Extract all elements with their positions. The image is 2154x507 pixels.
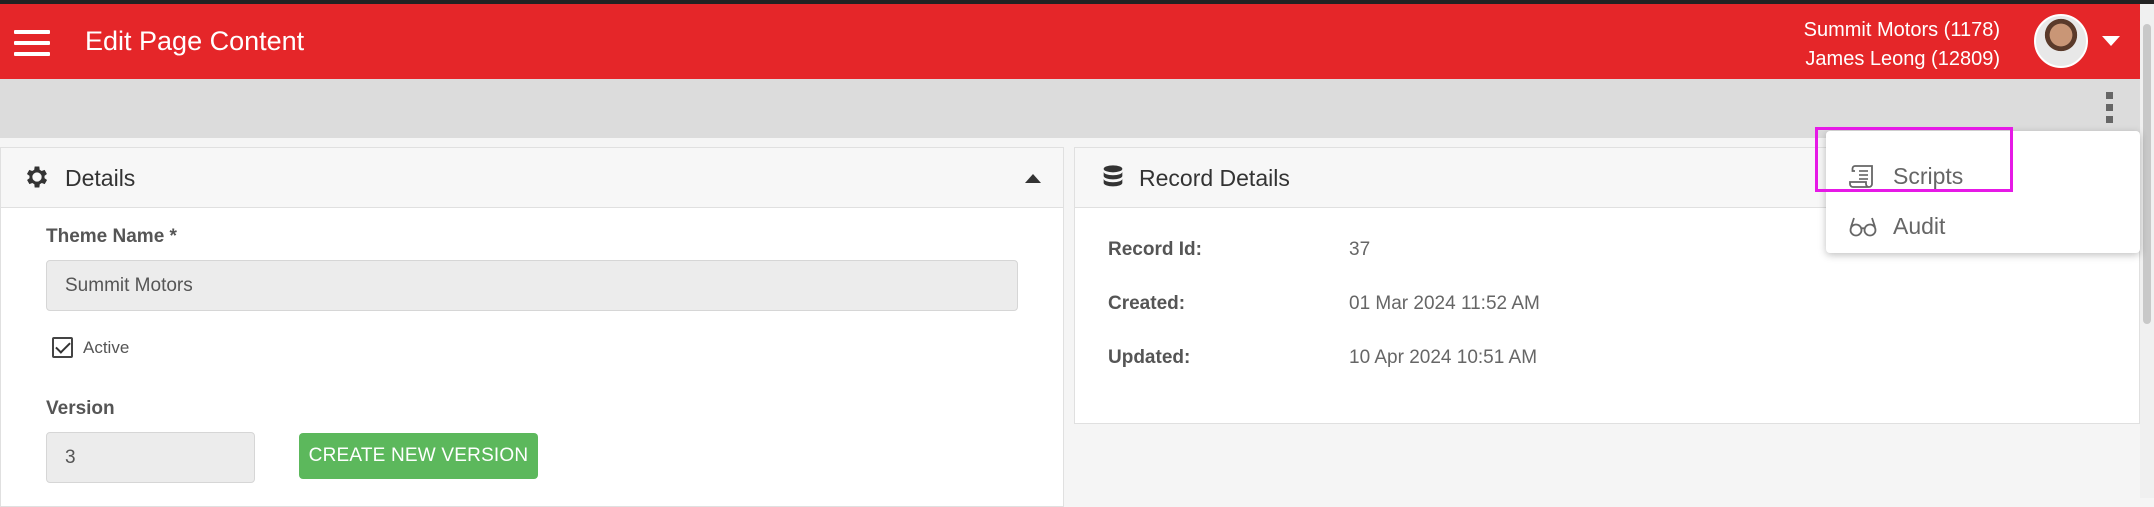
version-label: Version — [46, 398, 115, 419]
active-checkbox[interactable] — [52, 337, 73, 358]
record-id-value: 37 — [1349, 239, 1371, 260]
user-name: James Leong (12809) — [1805, 48, 2000, 70]
user-info: Summit Motors (1178) James Leong (12809) — [1804, 16, 2000, 74]
theme-name-input[interactable] — [46, 260, 1018, 311]
created-label: Created: — [1108, 293, 1186, 314]
annotation-highlight-box — [1815, 127, 2013, 192]
chevron-down-icon[interactable] — [2102, 36, 2120, 46]
record-details-title: Record Details — [1139, 165, 1290, 191]
details-panel-header[interactable]: Details — [1, 148, 1063, 208]
version-input[interactable] — [46, 432, 255, 483]
scrollbar[interactable] — [2140, 4, 2154, 498]
menu-item-audit[interactable]: Audit — [1826, 201, 2140, 251]
details-title: Details — [65, 165, 136, 191]
collapse-caret-icon[interactable] — [1025, 174, 1041, 183]
avatar[interactable] — [2034, 14, 2088, 68]
active-label: Active — [83, 338, 130, 357]
app-header: Edit Page Content Summit Motors (1178) J… — [0, 4, 2154, 79]
glasses-icon — [1849, 217, 1877, 237]
scrollbar-thumb[interactable] — [2143, 24, 2151, 324]
created-value: 01 Mar 2024 11:52 AM — [1349, 293, 1540, 314]
page-title: Edit Page Content — [85, 26, 305, 56]
gear-icon — [26, 166, 48, 188]
company-name: Summit Motors (1178) — [1803, 19, 2000, 41]
updated-value: 10 Apr 2024 10:51 AM — [1349, 347, 1538, 368]
create-new-version-button[interactable]: CREATE NEW VERSION — [299, 433, 538, 479]
updated-label: Updated: — [1108, 347, 1191, 368]
record-id-label: Record Id: — [1108, 239, 1202, 260]
theme-name-label: Theme Name * — [46, 226, 177, 247]
database-icon — [1103, 165, 1123, 187]
menu-item-label: Audit — [1893, 213, 1946, 239]
menu-icon[interactable] — [14, 30, 50, 56]
more-options-icon[interactable] — [2102, 92, 2116, 128]
